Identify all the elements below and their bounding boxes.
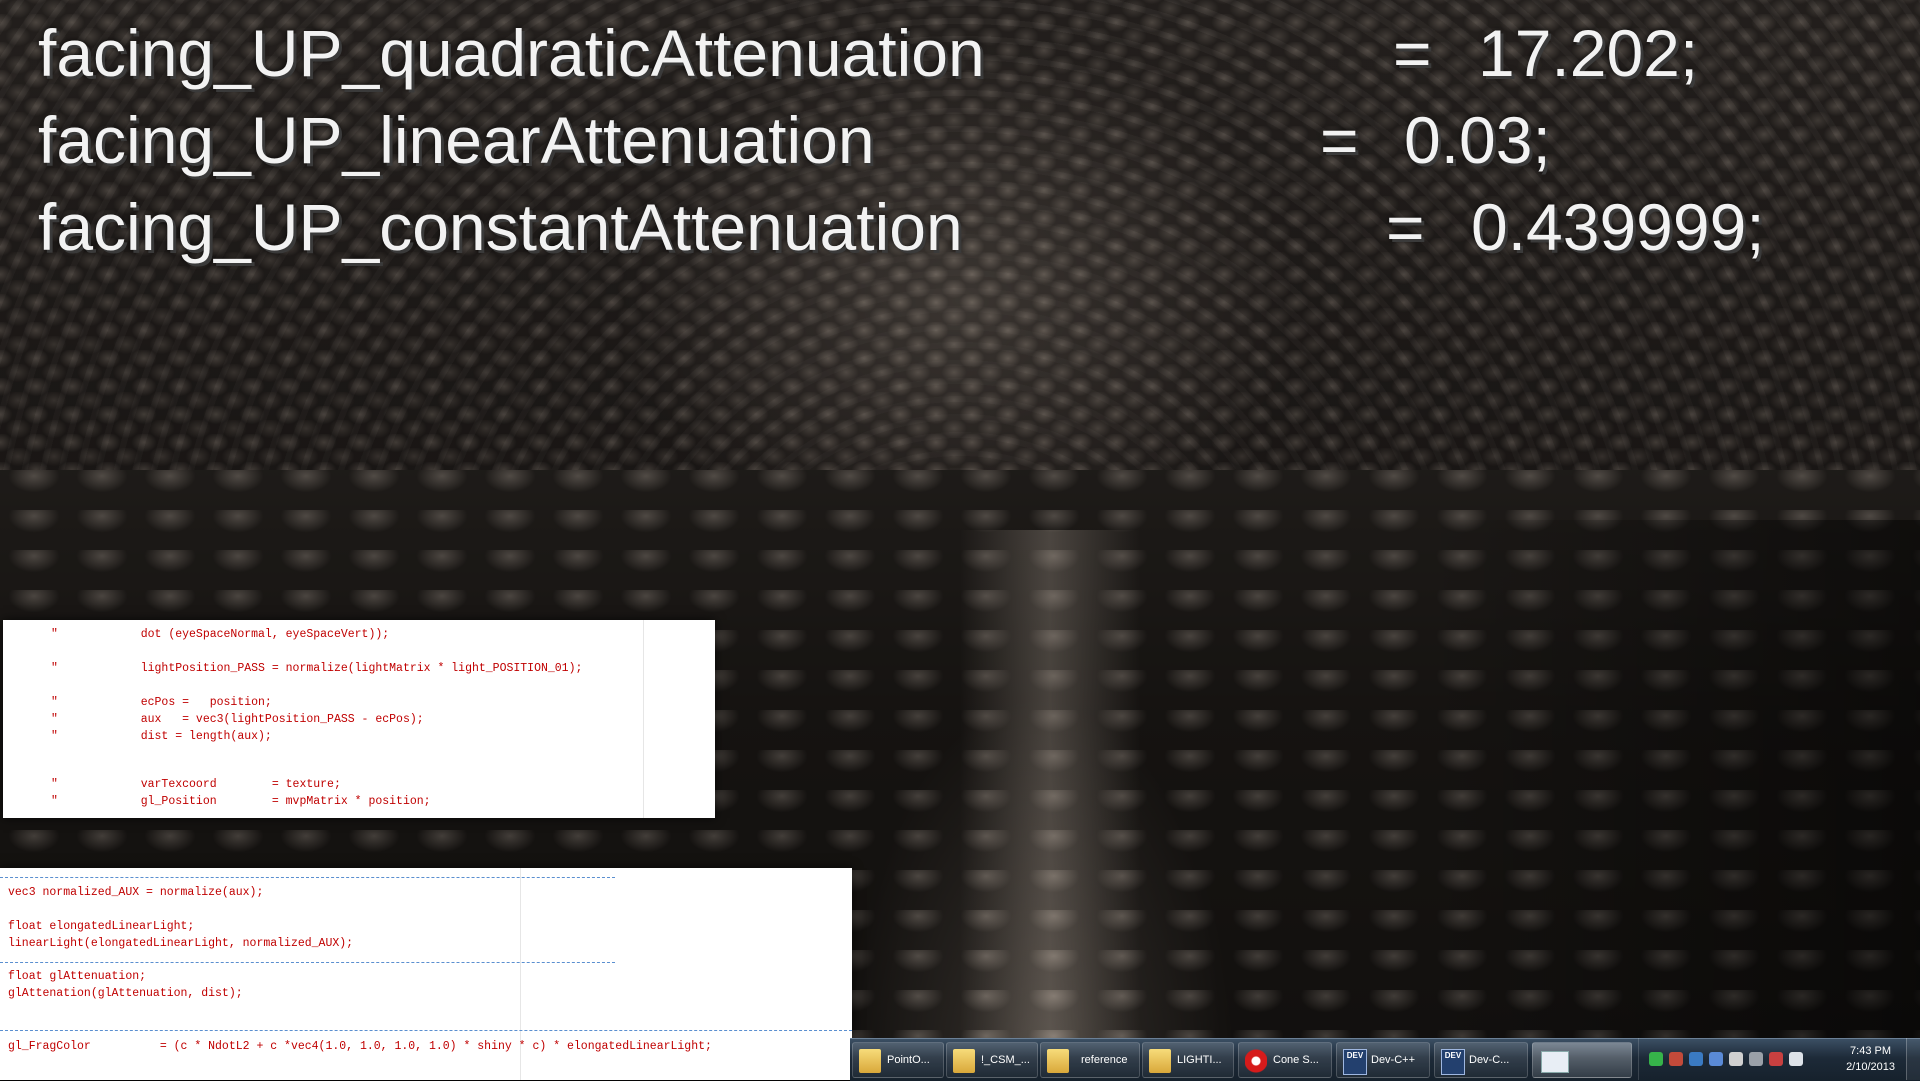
taskbar-button-label: !_CSM_...	[981, 1054, 1030, 1066]
taskbar-button-csm[interactable]: !_CSM_...	[946, 1042, 1038, 1078]
quadratic-equals: =	[1393, 16, 1432, 90]
tray-app-icon[interactable]	[1689, 1052, 1703, 1066]
constant-attenuation-label: facing_UP_constantAttenuation	[38, 190, 963, 264]
code-line[interactable]: " dist = length(aux);	[51, 730, 272, 744]
network-icon[interactable]	[1749, 1052, 1763, 1066]
code-line[interactable]: " varTexcoord = texture;	[51, 778, 341, 792]
taskbar-button-cone[interactable]: Cone S...	[1238, 1042, 1332, 1078]
vertex-shader-panel[interactable]: " dot (eyeSpaceNormal, eyeSpaceVert)); "…	[3, 620, 715, 818]
clock-date: 2/10/2013	[1846, 1061, 1895, 1073]
folder-icon	[859, 1049, 881, 1073]
quadratic-attenuation-label: facing_UP_quadraticAttenuation	[38, 16, 985, 90]
separator-line	[0, 1030, 852, 1031]
tray-app-icon[interactable]	[1769, 1052, 1783, 1066]
linear-attenuation-value: 0.03;	[1404, 103, 1551, 177]
code-line[interactable]: " ecPos = position;	[51, 696, 272, 710]
code-line[interactable]: float elongatedLinearLight;	[8, 920, 194, 934]
code-line[interactable]: " dot (eyeSpaceNormal, eyeSpaceVert));	[51, 628, 389, 642]
code-line[interactable]: gl_FragColor = (c * NdotL2 + c *vec4(1.0…	[8, 1040, 712, 1054]
quadratic-attenuation-value: 17.202;	[1478, 16, 1699, 90]
linear-attenuation-line: facing_UP_linearAttenuation = 0.03;	[38, 103, 1551, 177]
taskbar-button-label: PointO...	[887, 1054, 930, 1066]
constant-attenuation-line: facing_UP_constantAttenuation = 0.439999…	[38, 190, 1765, 264]
volume-icon[interactable]	[1789, 1052, 1803, 1066]
tray-app-icon[interactable]	[1669, 1052, 1683, 1066]
taskbar-button-pointo[interactable]: PointO...	[852, 1042, 944, 1078]
taskbar-button-label: reference	[1081, 1054, 1128, 1066]
fragment-shader-panel[interactable]: vec3 normalized_AUX = normalize(aux); fl…	[0, 868, 852, 1080]
opera-icon	[1245, 1049, 1267, 1073]
taskbar-button-lighti[interactable]: LIGHTI...	[1142, 1042, 1234, 1078]
code-line[interactable]: vec3 normalized_AUX = normalize(aux);	[8, 886, 263, 900]
constant-attenuation-value: 0.439999;	[1471, 190, 1765, 264]
linear-attenuation-label: facing_UP_linearAttenuation	[38, 103, 875, 177]
quadratic-attenuation-line: facing_UP_quadraticAttenuation = 17.202;	[38, 16, 1698, 90]
code-line[interactable]: linearLight(elongatedLinearLight, normal…	[8, 937, 353, 951]
taskbar-button-devcpp[interactable]: DEV Dev-C++	[1336, 1042, 1430, 1078]
code-line[interactable]: " aux = vec3(lightPosition_PASS - ecPos)…	[51, 713, 424, 727]
editor-margin-line	[643, 620, 644, 818]
code-line[interactable]: glAttenation(glAttenuation, dist);	[8, 987, 243, 1001]
window-icon	[1541, 1051, 1569, 1073]
bluetooth-icon[interactable]	[1709, 1052, 1723, 1066]
linear-equals: =	[1320, 103, 1359, 177]
taskbar-button-active-window[interactable]	[1532, 1042, 1632, 1078]
clock[interactable]: 7:43 PM 2/10/2013	[1846, 1043, 1895, 1075]
devcpp-icon: DEV	[1343, 1049, 1367, 1075]
folder-icon	[1047, 1049, 1069, 1073]
tray-app-icon[interactable]	[1729, 1052, 1743, 1066]
devcpp-icon: DEV	[1441, 1049, 1465, 1075]
separator-line	[0, 877, 615, 878]
constant-equals: =	[1386, 190, 1425, 264]
taskbar-button-label: Cone S...	[1273, 1054, 1319, 1066]
taskbar-button-reference[interactable]: reference	[1040, 1042, 1140, 1078]
code-line[interactable]: float glAttenuation;	[8, 970, 146, 984]
taskbar-button-label: Dev-C...	[1469, 1054, 1510, 1066]
folder-icon	[953, 1049, 975, 1073]
taskbar-button-label: Dev-C++	[1371, 1054, 1416, 1066]
show-desktop-button[interactable]	[1906, 1038, 1920, 1080]
taskbar-button-devc[interactable]: DEV Dev-C...	[1434, 1042, 1528, 1078]
clock-time: 7:43 PM	[1850, 1045, 1892, 1057]
code-line[interactable]: " gl_Position = mvpMatrix * position;	[51, 795, 431, 809]
code-line[interactable]: " lightPosition_PASS = normalize(lightMa…	[51, 662, 582, 676]
security-icon[interactable]	[1649, 1052, 1663, 1066]
taskbar-button-label: LIGHTI...	[1177, 1054, 1222, 1066]
lit-floor-ridge	[960, 530, 1140, 1080]
folder-icon	[1149, 1049, 1171, 1073]
system-tray: 7:43 PM 2/10/2013	[1638, 1038, 1920, 1080]
shadow-region	[1420, 520, 1920, 1040]
separator-line	[0, 962, 615, 963]
